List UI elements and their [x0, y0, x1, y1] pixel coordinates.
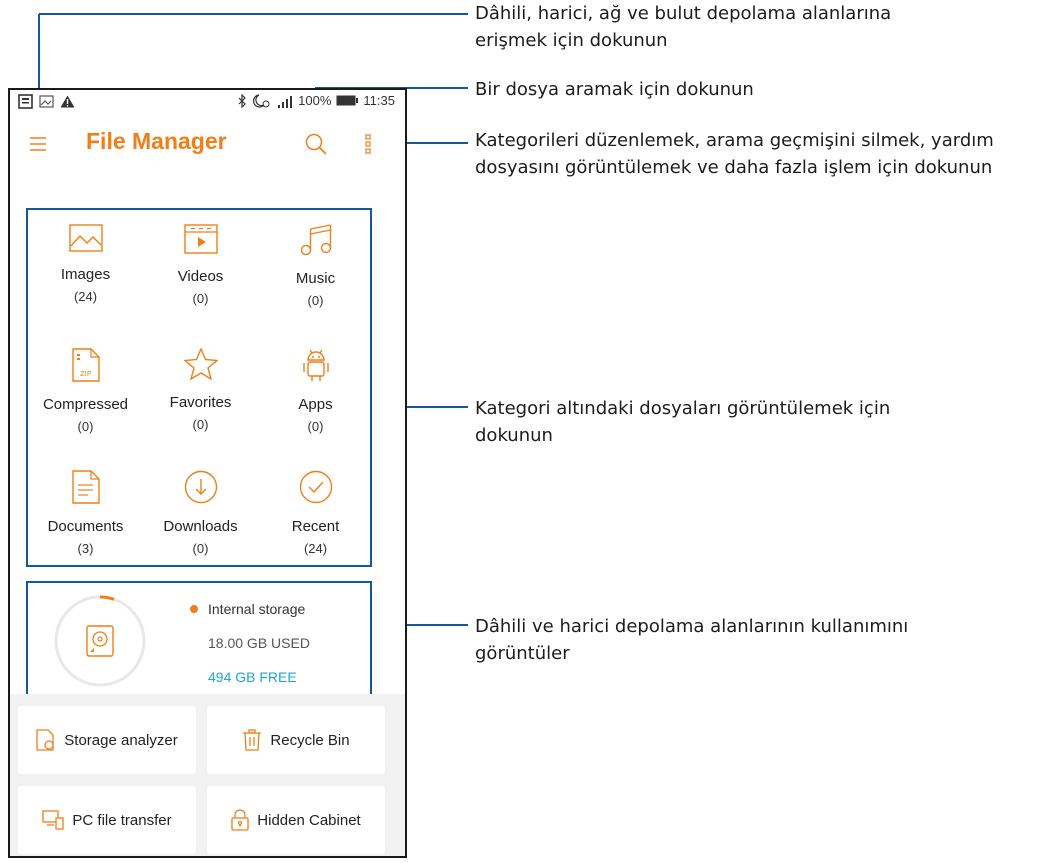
category-count: (0) [307, 419, 324, 434]
notification-news-icon [18, 94, 33, 109]
pc-file-transfer-button[interactable]: PC file transfer [18, 786, 196, 854]
notification-image-icon [39, 95, 54, 108]
hamburger-menu-icon[interactable] [29, 136, 47, 152]
recycle-bin-icon [243, 729, 262, 751]
storage-dot-icon [190, 605, 198, 613]
category-label: Images [60, 266, 111, 283]
category-recent[interactable]: Recent (24) [258, 456, 373, 574]
storage-name: Internal storage [208, 601, 306, 617]
lock-icon [231, 809, 249, 831]
category-count: (0) [192, 291, 209, 306]
pc-transfer-icon [42, 810, 65, 830]
category-count: (0) [307, 293, 324, 308]
music-icon [300, 224, 331, 256]
phone-screen: 100% 11:35 File Manager Images (24) Vide… [8, 88, 407, 858]
category-count: (0) [192, 541, 209, 556]
more-options-icon[interactable] [365, 134, 371, 154]
image-icon [68, 224, 103, 252]
category-label: Favorites [169, 394, 232, 411]
tool-label: Storage analyzer [64, 731, 178, 749]
android-icon [302, 349, 329, 381]
category-label: Apps [298, 396, 333, 413]
hidden-cabinet-button[interactable]: Hidden Cabinet [207, 786, 385, 854]
callout-more: Kategorileri düzenlemek, arama geçmişini… [475, 130, 994, 178]
category-label: Compressed [42, 396, 129, 413]
category-label: Recent [291, 518, 340, 535]
category-count: (3) [77, 541, 94, 556]
zip-icon: ZIP [71, 348, 100, 382]
callout-categories: Kategori altındaki dosyaları görüntüleme… [475, 398, 891, 446]
category-count: (0) [77, 419, 94, 434]
category-downloads[interactable]: Downloads (0) [143, 456, 258, 574]
category-label: Downloads [163, 518, 238, 535]
download-icon [184, 470, 217, 504]
storage-free: 494 GB FREE [208, 669, 297, 685]
document-icon [71, 470, 100, 504]
callout-search: Bir dosya aramak için dokunun [475, 79, 754, 100]
app-bar: File Manager [10, 116, 405, 172]
star-icon [183, 348, 218, 380]
status-bar: 100% 11:35 [10, 90, 405, 116]
category-apps[interactable]: Apps (0) [258, 334, 373, 452]
video-icon [183, 224, 218, 254]
category-grid: Images (24) Videos (0) Music (0) ZIP Com… [26, 208, 372, 567]
alarm-moon-icon [253, 93, 270, 108]
category-count: (0) [192, 417, 209, 432]
storage-used: 18.00 GB USED [208, 635, 310, 651]
internal-storage-card[interactable]: Internal storage 18.00 GB USED 494 GB FR… [26, 581, 372, 699]
category-count: (24) [73, 289, 98, 304]
category-videos[interactable]: Videos (0) [143, 210, 258, 328]
category-label: Documents [47, 518, 124, 535]
category-favorites[interactable]: Favorites (0) [143, 334, 258, 452]
storage-analyzer-icon [36, 729, 54, 751]
svg-text:ZIP: ZIP [80, 370, 91, 378]
storage-analyzer-button[interactable]: Storage analyzer [18, 706, 196, 774]
bluetooth-icon [238, 93, 247, 108]
tool-label: PC file transfer [72, 811, 172, 829]
search-icon[interactable] [305, 133, 327, 155]
recycle-bin-button[interactable]: Recycle Bin [207, 706, 385, 774]
app-title: File Manager [86, 128, 227, 154]
battery-percent: 100% [298, 93, 332, 108]
battery-icon [336, 95, 359, 106]
signal-icon [278, 95, 293, 108]
status-time: 11:35 [363, 93, 395, 108]
category-images[interactable]: Images (24) [28, 210, 143, 328]
warning-icon [60, 95, 75, 108]
callout-storage: Dâhili ve harici depolama alanlarının ku… [475, 616, 909, 664]
category-music[interactable]: Music (0) [258, 210, 373, 328]
category-count: (24) [303, 541, 328, 556]
recent-icon [299, 470, 332, 504]
callout-menu: Dâhili, harici, ağ ve bulut depolama ala… [475, 3, 892, 51]
category-label: Music [295, 270, 336, 287]
tools-area: Storage analyzer Recycle Bin PC file tra… [10, 694, 405, 856]
category-documents[interactable]: Documents (3) [28, 456, 143, 574]
tool-label: Hidden Cabinet [257, 811, 361, 829]
storage-drive-icon [86, 625, 114, 657]
tool-label: Recycle Bin [270, 731, 350, 749]
category-compressed[interactable]: ZIP Compressed (0) [28, 334, 143, 452]
category-label: Videos [177, 268, 224, 285]
